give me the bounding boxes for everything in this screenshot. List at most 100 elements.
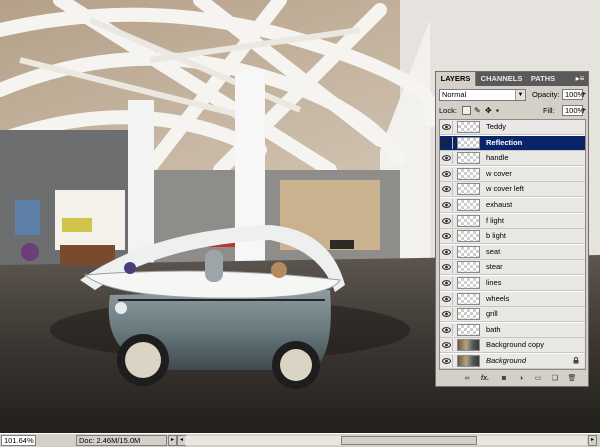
eye-icon[interactable]	[441, 183, 453, 196]
layer-name: Teddy	[486, 122, 507, 131]
layer-name: stear	[486, 262, 503, 272]
layer-row[interactable]: handle	[440, 151, 585, 167]
layer-thumbnail	[457, 167, 480, 180]
layer-name: grill	[486, 309, 498, 319]
layer-row[interactable]: stear	[440, 260, 585, 276]
layer-thumbnail	[457, 230, 480, 243]
document-size-info: Doc: 2.46M/15.0M	[76, 435, 167, 446]
eye-icon[interactable]	[441, 199, 453, 211]
layer-thumbnail	[457, 292, 480, 305]
layer-name: w cover left	[486, 184, 524, 194]
layer-row[interactable]: Background copy	[440, 338, 585, 354]
trash-icon[interactable]: 🗑	[567, 374, 577, 383]
tab-layers[interactable]: LAYERS	[436, 72, 476, 86]
layer-name: lines	[486, 278, 502, 287]
layer-name: Background	[486, 356, 527, 365]
layer-thumbnail	[457, 323, 480, 336]
layer-thumbnail	[457, 355, 480, 367]
layer-thumbnail	[457, 277, 480, 289]
layer-name: seat	[486, 246, 501, 256]
eye-icon[interactable]	[441, 245, 453, 258]
eye-icon[interactable]	[441, 308, 453, 321]
layer-name: b light	[486, 231, 507, 241]
status-menu-arrow-icon[interactable]: ▸	[168, 435, 177, 446]
adjustment-layer-icon[interactable]: ◑	[516, 374, 526, 383]
layer-row[interactable]: wheels	[440, 291, 585, 307]
eye-icon[interactable]	[441, 292, 453, 305]
layer-row[interactable]: grill	[440, 307, 585, 323]
panel-bottom-toolbar: ∞ fx. ◙ ◑ ▭ ❑ 🗑	[436, 371, 588, 386]
layer-row[interactable]: lines	[440, 276, 585, 291]
eye-icon[interactable]	[441, 339, 453, 352]
layer-style-icon[interactable]: fx.	[480, 374, 490, 383]
fill-arrow-icon[interactable]: ▸	[583, 105, 589, 115]
layer-thumbnail	[457, 308, 480, 321]
layer-thumbnail	[457, 245, 480, 258]
layer-row[interactable]: w cover left	[440, 182, 585, 198]
eye-icon[interactable]	[441, 121, 453, 133]
layer-thumbnail	[457, 121, 480, 133]
layer-row[interactable]: bath	[440, 322, 585, 338]
scroll-right-icon[interactable]: ▸	[588, 435, 597, 446]
lock-all-icon[interactable]: ▪	[496, 106, 505, 115]
opacity-label: Opacity:	[532, 90, 560, 99]
layer-row[interactable]: f light	[440, 213, 585, 229]
eye-icon[interactable]	[441, 230, 453, 243]
fill-input[interactable]: 100%	[562, 105, 584, 116]
eye-icon[interactable]	[441, 355, 453, 367]
blend-mode-value: Normal	[442, 90, 467, 99]
eye-icon[interactable]	[441, 323, 453, 336]
layer-thumbnail	[457, 199, 480, 211]
link-layers-icon[interactable]: ∞	[462, 374, 472, 383]
eye-icon[interactable]	[441, 152, 453, 165]
status-bar: 101.64% Doc: 2.46M/15.0M ▸ ◂ ▸	[0, 433, 600, 447]
scrollbar-thumb[interactable]	[341, 436, 477, 445]
layer-thumbnail	[457, 183, 480, 196]
layer-name: Reflection	[486, 137, 523, 147]
layer-row[interactable]: b light	[440, 229, 585, 245]
chevron-down-icon: ▼	[515, 90, 525, 100]
horizontal-scrollbar[interactable]	[185, 436, 587, 445]
layer-name: exhaust	[486, 200, 513, 209]
eye-icon[interactable]	[441, 277, 453, 289]
layer-thumbnail	[457, 339, 480, 352]
layer-name: f light	[486, 215, 504, 225]
eye-icon[interactable]	[441, 261, 453, 274]
opacity-input[interactable]: 100%	[562, 89, 584, 100]
tab-paths[interactable]: PATHS	[526, 72, 560, 86]
eye-icon[interactable]	[441, 136, 453, 149]
panel-menu-icon[interactable]: ▸≡	[574, 73, 586, 85]
layer-row[interactable]: seat	[440, 244, 585, 260]
layer-thumbnail	[457, 136, 480, 149]
new-group-icon[interactable]: ▭	[533, 374, 543, 383]
lock-icon	[573, 357, 579, 364]
layer-thumbnail	[457, 152, 480, 165]
layer-name: handle	[486, 153, 509, 163]
fill-label: Fill:	[543, 106, 555, 115]
lock-transparency-icon[interactable]	[462, 106, 471, 115]
new-layer-icon[interactable]: ❑	[550, 374, 560, 383]
layer-row[interactable]: exhaust	[440, 198, 585, 213]
layer-row[interactable]: Background	[440, 354, 585, 369]
lock-brush-icon[interactable]: ✎	[474, 106, 483, 115]
panel-tab-bar: LAYERS CHANNELS PATHS ▸≡	[436, 72, 588, 86]
layer-list: Teddy Reflection handle w cover w cover left…	[439, 119, 586, 370]
lock-move-icon[interactable]: ✥	[485, 106, 494, 115]
eye-icon[interactable]	[441, 167, 453, 180]
layer-row[interactable]: Reflection	[440, 135, 585, 151]
tab-channels[interactable]: CHANNELS	[477, 72, 526, 86]
layer-name: wheels	[486, 293, 510, 303]
zoom-level-input[interactable]: 101.64%	[1, 435, 36, 446]
add-mask-icon[interactable]: ◙	[499, 374, 509, 383]
eye-icon[interactable]	[441, 214, 453, 227]
layers-panel: LAYERS CHANNELS PATHS ▸≡ Normal ▼ Opacit…	[435, 71, 589, 387]
layer-name: Background copy	[486, 340, 544, 350]
lock-label: Lock:	[439, 106, 457, 115]
layer-name: bath	[486, 324, 501, 334]
opacity-arrow-icon[interactable]: ▸	[583, 89, 589, 99]
layer-row[interactable]: Teddy	[440, 120, 585, 135]
layer-row[interactable]: w cover	[440, 166, 585, 182]
layer-thumbnail	[457, 214, 480, 227]
blend-mode-select[interactable]: Normal ▼	[439, 89, 526, 101]
layer-thumbnail	[457, 261, 480, 274]
